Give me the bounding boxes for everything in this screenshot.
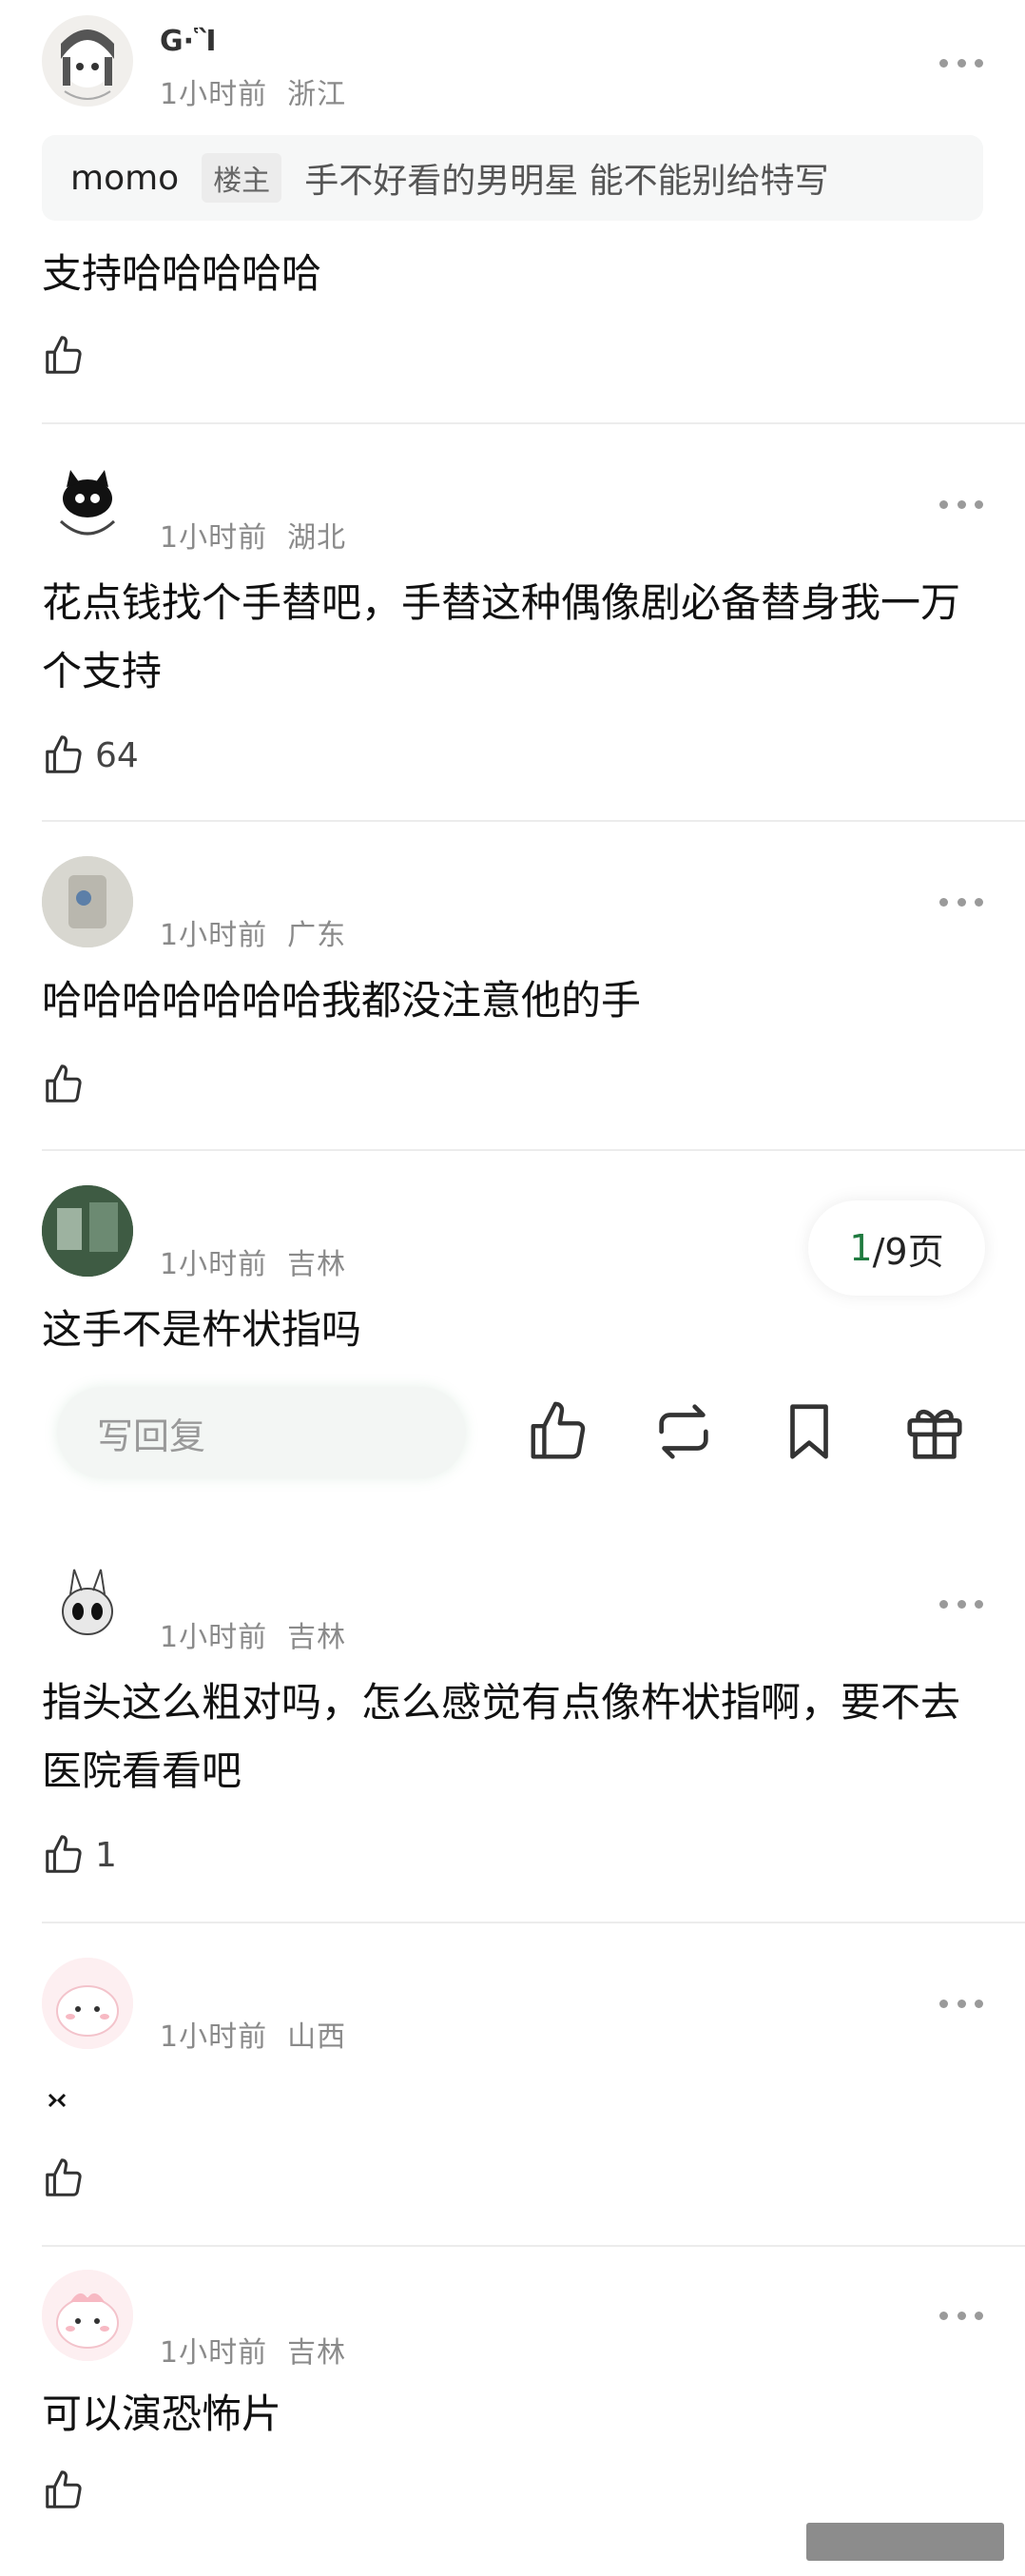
avatar[interactable]	[42, 15, 133, 107]
reply-placeholder: 写回复	[97, 1415, 206, 1457]
op-badge: 楼主	[202, 153, 282, 203]
comment-text: 哈哈哈哈哈哈哈我都没注意他的手	[42, 977, 642, 1024]
page-total: /9页	[872, 1230, 944, 1273]
divider	[42, 2245, 1025, 2247]
comment-time: 1小时前	[160, 78, 268, 111]
repost-button[interactable]	[650, 1398, 717, 1465]
comment-location: 浙江	[287, 78, 347, 111]
comment-location: 吉林	[287, 1621, 347, 1654]
divider	[42, 422, 1025, 424]
like-count: 1	[95, 1835, 117, 1875]
comment-meta: 1小时前 湖北	[160, 514, 346, 556]
comment-location: 山西	[287, 2020, 347, 2054]
divider	[42, 1922, 1025, 1923]
divider	[42, 820, 1025, 822]
avatar[interactable]	[42, 459, 133, 550]
comment-text: 花点钱找个手替吧，手替这种偶像剧必备替身我一万个支持	[42, 579, 961, 694]
thumbs-up-icon	[46, 735, 82, 773]
comment-location: 广东	[287, 919, 347, 952]
avatar[interactable]	[42, 1558, 133, 1649]
more-icon[interactable]	[939, 892, 983, 911]
comment-location: 吉林	[287, 2336, 347, 2370]
thumbs-up-icon	[531, 1401, 586, 1459]
comment-text: 支持哈哈哈哈哈	[42, 250, 322, 297]
comment-time: 1小时前	[160, 521, 268, 555]
bookmark-button[interactable]	[776, 1398, 842, 1465]
comment-location: 湖北	[287, 521, 347, 555]
more-icon[interactable]	[939, 495, 983, 514]
thumbs-up-icon	[46, 2470, 82, 2508]
quote-text: 手不好看的男明星 能不能别给特写	[304, 162, 829, 201]
comment-time: 1小时前	[160, 2336, 268, 2370]
comment-time: 1小时前	[160, 1621, 268, 1654]
comment-meta: 1小时前 山西	[160, 2013, 346, 2055]
like-count: 64	[95, 735, 139, 775]
comment-time: 1小时前	[160, 919, 268, 952]
comment-time: 1小时前	[160, 2020, 268, 2054]
like-button[interactable]: 1	[42, 1832, 117, 1878]
gift-icon	[907, 1409, 962, 1459]
gift-button[interactable]	[901, 1398, 968, 1465]
repost-icon	[659, 1404, 708, 1459]
divider	[42, 1149, 1025, 1151]
like-button[interactable]: 64	[42, 732, 139, 778]
more-icon[interactable]	[939, 53, 983, 72]
thumbs-up-icon	[46, 1064, 82, 1103]
username[interactable]: G∙Ἳ	[160, 25, 217, 58]
comment-text: 这手不是杵状指吗	[42, 1306, 362, 1353]
avatar[interactable]	[42, 1185, 133, 1277]
comment-meta: 1小时前 吉林	[160, 1613, 346, 1655]
avatar[interactable]	[42, 1958, 133, 2049]
avatar[interactable]	[42, 2270, 133, 2361]
comment-text: 可以演恐怖片	[42, 2391, 282, 2437]
reply-input[interactable]: 写回复	[57, 1387, 466, 1478]
comment-time: 1小时前	[160, 1248, 268, 1281]
reply-toolbar: 写回复	[0, 1370, 1025, 1503]
current-page: 1	[849, 1227, 873, 1269]
comment-location: 吉林	[287, 1248, 347, 1281]
thumbs-up-icon	[46, 1835, 82, 1873]
comment-meta: 1小时前 广东	[160, 911, 346, 953]
quoted-comment[interactable]: momo 楼主 手不好看的男明星 能不能别给特写	[42, 135, 983, 221]
quote-username: momo	[70, 158, 180, 198]
like-post-button[interactable]	[525, 1398, 591, 1465]
like-button[interactable]	[42, 333, 95, 379]
more-icon[interactable]	[939, 1594, 983, 1613]
comment-text: 指头这么粗对吗，怎么感觉有点像杵状指啊，要不去医院看看吧	[42, 1679, 961, 1794]
thumbs-up-icon	[46, 2158, 82, 2196]
comment-meta: 1小时前 浙江	[160, 70, 346, 112]
like-button[interactable]	[42, 2468, 95, 2513]
more-icon[interactable]	[939, 1994, 983, 2013]
scroll-thumb[interactable]	[806, 2523, 1004, 2561]
like-button[interactable]	[42, 2156, 95, 2201]
page-indicator[interactable]: 1/9页	[808, 1200, 985, 1296]
thumbs-up-icon	[46, 336, 82, 374]
avatar[interactable]	[42, 856, 133, 947]
like-button[interactable]	[42, 1062, 95, 1107]
more-icon[interactable]	[939, 2306, 983, 2325]
comment-meta: 1小时前 吉林	[160, 2329, 346, 2371]
bookmark-icon	[790, 1404, 828, 1459]
comment-meta: 1小时前 吉林	[160, 1240, 346, 1282]
sticker-emoji	[46, 2089, 68, 2112]
